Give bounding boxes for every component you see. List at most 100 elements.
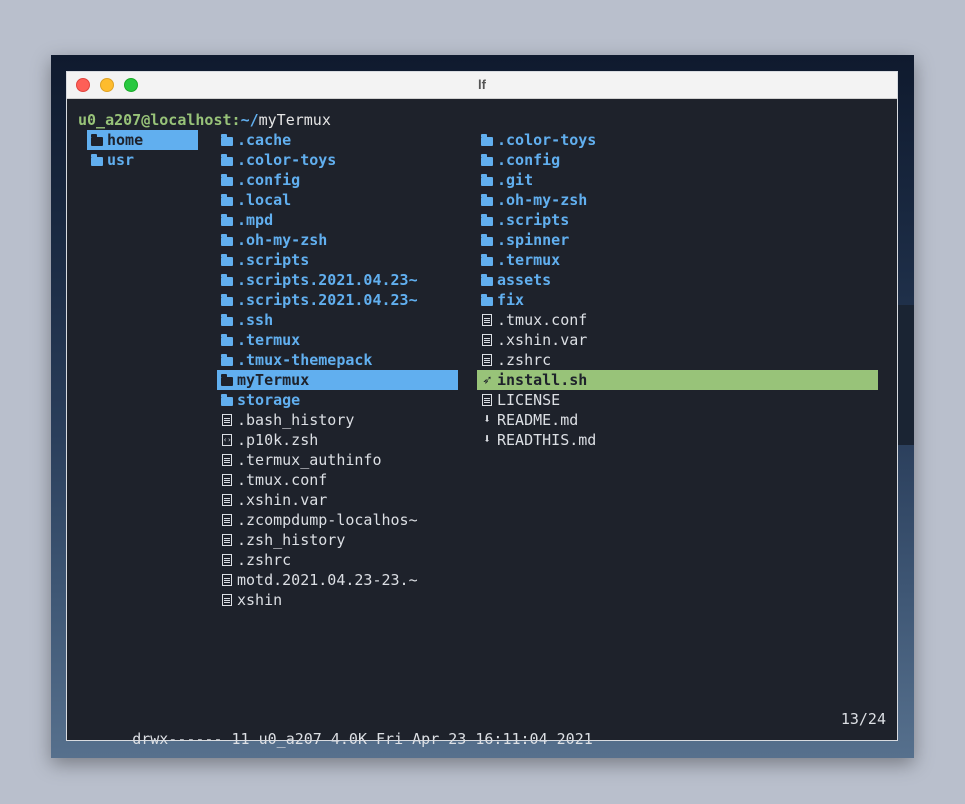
entry-name: READTHIS.md [497, 431, 597, 449]
entry-name: .zshrc [497, 351, 552, 369]
preview-entry[interactable]: fix [477, 290, 878, 310]
prompt-user-host: u0_a207@localhost [78, 111, 232, 129]
current-entry[interactable]: ‹› .p10k.zsh [217, 430, 458, 450]
current-entry[interactable]: .scripts.2021.04.23~ [217, 290, 458, 310]
preview-entry[interactable]: .spinner [477, 230, 878, 250]
folder-icon [477, 190, 497, 210]
preview-entry[interactable]: LICENSE [477, 390, 878, 410]
parent-entry[interactable]: home [87, 130, 198, 150]
current-entry[interactable]: storage [217, 390, 458, 410]
rocket-icon: ➶ [482, 371, 492, 389]
current-entry[interactable]: motd.2021.04.23-23.~ [217, 570, 458, 590]
status-bar: drwx------ 11 u0_a207 4.0K Fri Apr 23 16… [78, 709, 886, 748]
preview-entry[interactable]: ⬇ READTHIS.md [477, 430, 878, 450]
preview-entry[interactable]: .git [477, 170, 878, 190]
file-icon [477, 390, 497, 410]
preview-entry[interactable]: .xshin.var [477, 330, 878, 350]
folder-icon [217, 150, 237, 170]
entry-name: myTermux [237, 371, 310, 389]
preview-entry[interactable]: ⬇ README.md [477, 410, 878, 430]
file-icon [217, 510, 237, 530]
entry-name: home [107, 131, 144, 149]
current-entry[interactable]: .config [217, 170, 458, 190]
preview-entry[interactable]: .config [477, 150, 878, 170]
preview-entry[interactable]: .zshrc [477, 350, 878, 370]
window-titlebar[interactable]: lf [67, 72, 897, 99]
folder-icon [217, 270, 237, 290]
current-entry[interactable]: .termux_authinfo [217, 450, 458, 470]
parent-entry[interactable]: usr [87, 150, 198, 170]
folder-icon [477, 170, 497, 190]
current-entry[interactable]: .color-toys [217, 150, 458, 170]
entry-name: .mpd [237, 211, 274, 229]
file-icon [217, 490, 237, 510]
current-entry[interactable]: .cache [217, 130, 458, 150]
preview-entry[interactable]: .termux [477, 250, 878, 270]
entry-name: .ssh [237, 311, 274, 329]
current-entry[interactable]: .bash_history [217, 410, 458, 430]
entry-name: .scripts [497, 211, 570, 229]
current-entry[interactable]: .termux [217, 330, 458, 350]
entry-name: storage [237, 391, 301, 409]
current-entry[interactable]: .xshin.var [217, 490, 458, 510]
file-icon [217, 450, 237, 470]
preview-entry[interactable]: .color-toys [477, 130, 878, 150]
entry-name: .color-toys [237, 151, 337, 169]
status-file-info: drwx------ 11 u0_a207 4.0K Fri Apr 23 16… [132, 730, 593, 748]
entry-name: install.sh [497, 371, 588, 389]
preview-entry[interactable]: .tmux.conf [477, 310, 878, 330]
file-icon [477, 330, 497, 350]
folder-icon [477, 150, 497, 170]
current-entry[interactable]: .zsh_history [217, 530, 458, 550]
folder-icon [477, 230, 497, 250]
entry-name: .xshin.var [237, 491, 328, 509]
entry-name: assets [497, 271, 552, 289]
markdown-icon: ⬇ [483, 412, 491, 427]
current-entry[interactable]: .local [217, 190, 458, 210]
entry-name: xshin [237, 591, 283, 609]
folder-icon [217, 290, 237, 310]
folder-icon [87, 150, 107, 170]
entry-name: .oh-my-zsh [497, 191, 588, 209]
current-entry[interactable]: .scripts.2021.04.23~ [217, 270, 458, 290]
folder-icon [217, 190, 237, 210]
preview-entry[interactable]: assets [477, 270, 878, 290]
entry-name: usr [107, 151, 135, 169]
entry-name: .scripts.2021.04.23~ [237, 291, 418, 309]
folder-icon [477, 290, 497, 310]
current-entry[interactable]: .tmux-themepack [217, 350, 458, 370]
current-entry[interactable]: xshin [217, 590, 458, 610]
file-icon [217, 410, 237, 430]
current-entry[interactable]: myTermux [217, 370, 458, 390]
current-entry[interactable]: .scripts [217, 250, 458, 270]
preview-entry[interactable]: .scripts [477, 210, 878, 230]
entry-name: .local [237, 191, 292, 209]
file-icon [217, 530, 237, 550]
folder-icon [217, 310, 237, 330]
folder-icon [217, 250, 237, 270]
folder-icon [217, 370, 237, 390]
entry-name: .bash_history [237, 411, 355, 429]
entry-name: .scripts [237, 251, 310, 269]
code-file-icon: ‹› [222, 434, 232, 446]
current-entry[interactable]: .tmux.conf [217, 470, 458, 490]
current-entry[interactable]: .oh-my-zsh [217, 230, 458, 250]
file-icon [217, 470, 237, 490]
folder-icon [477, 250, 497, 270]
entry-name: .spinner [497, 231, 570, 249]
entry-name: .termux [497, 251, 561, 269]
current-entry[interactable]: .zshrc [217, 550, 458, 570]
current-entry[interactable]: .zcompdump-localhos~ [217, 510, 458, 530]
current-entry[interactable]: .ssh [217, 310, 458, 330]
entry-name: README.md [497, 411, 579, 429]
entry-name: .tmux.conf [237, 471, 328, 489]
terminal-body[interactable]: u0_a207@localhost:~/myTermux home usr .ca… [67, 99, 897, 748]
current-entry[interactable]: .mpd [217, 210, 458, 230]
entry-name: .termux_authinfo [237, 451, 382, 469]
preview-entry[interactable]: .oh-my-zsh [477, 190, 878, 210]
preview-entry[interactable]: ➶ install.sh [477, 370, 878, 390]
entry-name: .termux [237, 331, 301, 349]
file-icon [217, 550, 237, 570]
terminal-window[interactable]: lf u0_a207@localhost:~/myTermux home usr … [66, 71, 898, 748]
prompt-separator: : [231, 111, 241, 129]
